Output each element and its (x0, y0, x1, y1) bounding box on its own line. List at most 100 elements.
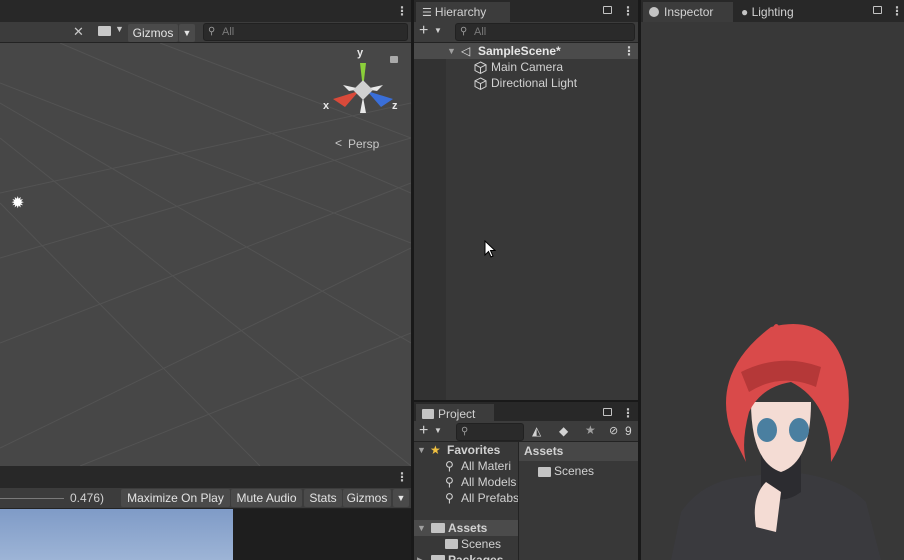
stats-button[interactable]: Stats (304, 489, 342, 507)
game-gizmos-button[interactable]: Gizmos (343, 489, 391, 507)
project-create-plus-icon[interactable]: + (419, 423, 428, 439)
hidden-packages-icon[interactable]: ⊘ (609, 424, 618, 437)
game-view-panel: ⋮ 0.476) Maximize On Play Mute Audio Sta… (0, 466, 411, 560)
game-render-area (0, 509, 233, 560)
assets-foldout-icon[interactable]: ▼ (417, 520, 426, 536)
project-toolbar: + ▼ ⚲ ◭ ◆ ★ ⊘ 9 (414, 421, 638, 442)
scene-row[interactable]: ▼ ◁ SampleScene* ⋮ (414, 43, 638, 59)
info-icon (649, 7, 659, 17)
scene-row-menu-icon[interactable]: ⋮ (623, 43, 635, 59)
project-assets-view: Assets Scenes (519, 442, 638, 560)
gizmo-x-label: x (323, 100, 330, 112)
tab-inspector[interactable]: Inspector (643, 2, 733, 22)
packages-row[interactable]: ▶ Packages (414, 552, 518, 560)
tab-lighting[interactable]: ● Lighting (735, 2, 815, 22)
inspector-tab-label: Inspector (664, 5, 714, 19)
favorites-row[interactable]: ▼ ★ Favorites (414, 442, 518, 458)
packages-folder-icon (431, 555, 445, 560)
vertical-divider-right[interactable] (638, 0, 641, 560)
assets-folder-icon (431, 523, 445, 533)
camera-icon[interactable] (98, 26, 111, 36)
favorites-foldout-icon[interactable]: ▼ (417, 442, 426, 458)
mute-audio-button[interactable]: Mute Audio (231, 489, 302, 507)
favorites-item-label: All Prefabs (461, 491, 518, 505)
assets-child-label: Scenes (461, 537, 502, 551)
inspector-lock-icon[interactable] (873, 6, 882, 14)
search-icon: ⚲ (461, 426, 469, 437)
hierarchy-gutter (414, 43, 446, 400)
create-plus-icon[interactable]: + (419, 23, 428, 39)
tab-hierarchy[interactable]: ☰ Hierarchy (416, 2, 510, 22)
anime-avatar-overlay (671, 323, 881, 560)
scale-value: 0.476) (70, 491, 105, 505)
hierarchy-item-label: Directional Light (491, 76, 578, 90)
gizmo-z-cone[interactable] (367, 91, 393, 107)
search-icon: ⚲ (208, 26, 216, 37)
assets-child-row[interactable]: Scenes (414, 536, 518, 552)
scene-viewport[interactable]: y x z < Persp ✹ (0, 43, 411, 466)
favorite-star-icon[interactable]: ★ (585, 423, 596, 437)
favorites-item[interactable]: ⚲ All Prefabs (414, 490, 518, 506)
hierarchy-menu-icon[interactable]: ⋮ (622, 5, 634, 17)
assets-breadcrumb-bar: Assets (519, 442, 638, 461)
tools-icon[interactable]: ✕ (73, 24, 84, 40)
project-search-input[interactable]: ⚲ (456, 423, 524, 441)
gameobject-cube-icon (474, 77, 487, 90)
lighting-tab-label: Lighting (751, 5, 794, 19)
game-toolbar: 0.476) Maximize On Play Mute Audio Stats… (0, 488, 411, 509)
scene-gizmos-button[interactable]: Gizmos (128, 24, 178, 42)
gizmo-lock-icon[interactable] (390, 56, 398, 63)
project-lock-icon[interactable] (603, 408, 612, 416)
scene-search-input[interactable]: ⚲ All (203, 23, 408, 41)
project-create-dropdown-icon[interactable]: ▼ (434, 426, 442, 435)
search-icon: ⚲ (460, 26, 468, 37)
favorites-label: Favorites (447, 443, 501, 457)
project-folder-tree: ▼ ★ Favorites ⚲ All Materi ⚲ All Models … (414, 442, 518, 560)
hierarchy-panel: ☰ Hierarchy ⋮ + ▼ ⚲ All ▼ ◁ SampleScene*… (414, 0, 638, 400)
asset-grid-item-label[interactable]: Scenes (554, 464, 594, 478)
gizmo-center-cube[interactable] (353, 80, 373, 100)
scene-gizmos-dropdown[interactable]: ▼ (179, 24, 195, 42)
hierarchy-lock-icon[interactable] (603, 6, 612, 14)
project-menu-icon[interactable]: ⋮ (622, 407, 634, 419)
persp-label[interactable]: Persp (348, 137, 379, 151)
hierarchy-search-input[interactable]: ⚲ All (455, 23, 635, 41)
maximize-on-play-button[interactable]: Maximize On Play (121, 489, 230, 507)
filter-by-label-icon[interactable]: ◆ (559, 424, 568, 438)
filter-by-type-icon[interactable]: ◭ (532, 424, 541, 438)
project-folder-icon (422, 409, 434, 419)
game-gizmos-dropdown[interactable]: ▼ (393, 489, 409, 507)
hierarchy-item[interactable]: Main Camera (414, 59, 638, 75)
scene-toolbar: ✕ ▼ Gizmos ▼ ⚲ All (0, 22, 411, 43)
directional-light-gizmo-icon[interactable]: ✹ (11, 193, 24, 213)
favorites-item[interactable]: ⚲ All Materi (414, 458, 518, 474)
vertical-divider-left[interactable] (411, 0, 414, 560)
scene-menu-icon[interactable]: ⋮ (396, 5, 408, 17)
packages-foldout-icon[interactable]: ▶ (417, 552, 424, 560)
game-letterbox (233, 509, 411, 560)
gizmo-x-cone[interactable] (333, 91, 359, 107)
scale-slider-track[interactable] (0, 498, 64, 499)
project-tab-label: Project (438, 407, 476, 421)
hierarchy-tab-icon: ☰ (422, 7, 435, 19)
camera-dropdown-icon[interactable]: ▼ (115, 24, 124, 34)
lightbulb-icon: ● (741, 5, 749, 19)
hierarchy-project-divider[interactable] (414, 400, 638, 402)
scene-foldout-icon[interactable]: ▼ (447, 43, 456, 59)
create-dropdown-icon[interactable]: ▼ (434, 26, 442, 35)
scene-search-placeholder: All (222, 26, 235, 38)
unity-scene-icon: ◁ (461, 44, 471, 58)
search-icon: ⚲ (445, 459, 454, 473)
game-menu-icon[interactable]: ⋮ (396, 471, 408, 483)
hierarchy-item[interactable]: Directional Light (414, 75, 638, 91)
inspector-panel: Inspector ● Lighting ⋮ (641, 0, 904, 560)
assets-breadcrumb[interactable]: Assets (524, 444, 563, 458)
assets-row[interactable]: ▼ Assets (414, 520, 518, 536)
search-icon: ⚲ (445, 491, 454, 505)
inspector-menu-icon[interactable]: ⋮ (891, 5, 903, 17)
scenes-folder-icon (445, 539, 458, 549)
favorites-item[interactable]: ⚲ All Models (414, 474, 518, 490)
hierarchy-search-placeholder: All (474, 26, 487, 38)
favorites-item-label: All Materi (461, 459, 512, 473)
hierarchy-tree: ▼ ◁ SampleScene* ⋮ Main Camera Direction… (414, 43, 638, 400)
